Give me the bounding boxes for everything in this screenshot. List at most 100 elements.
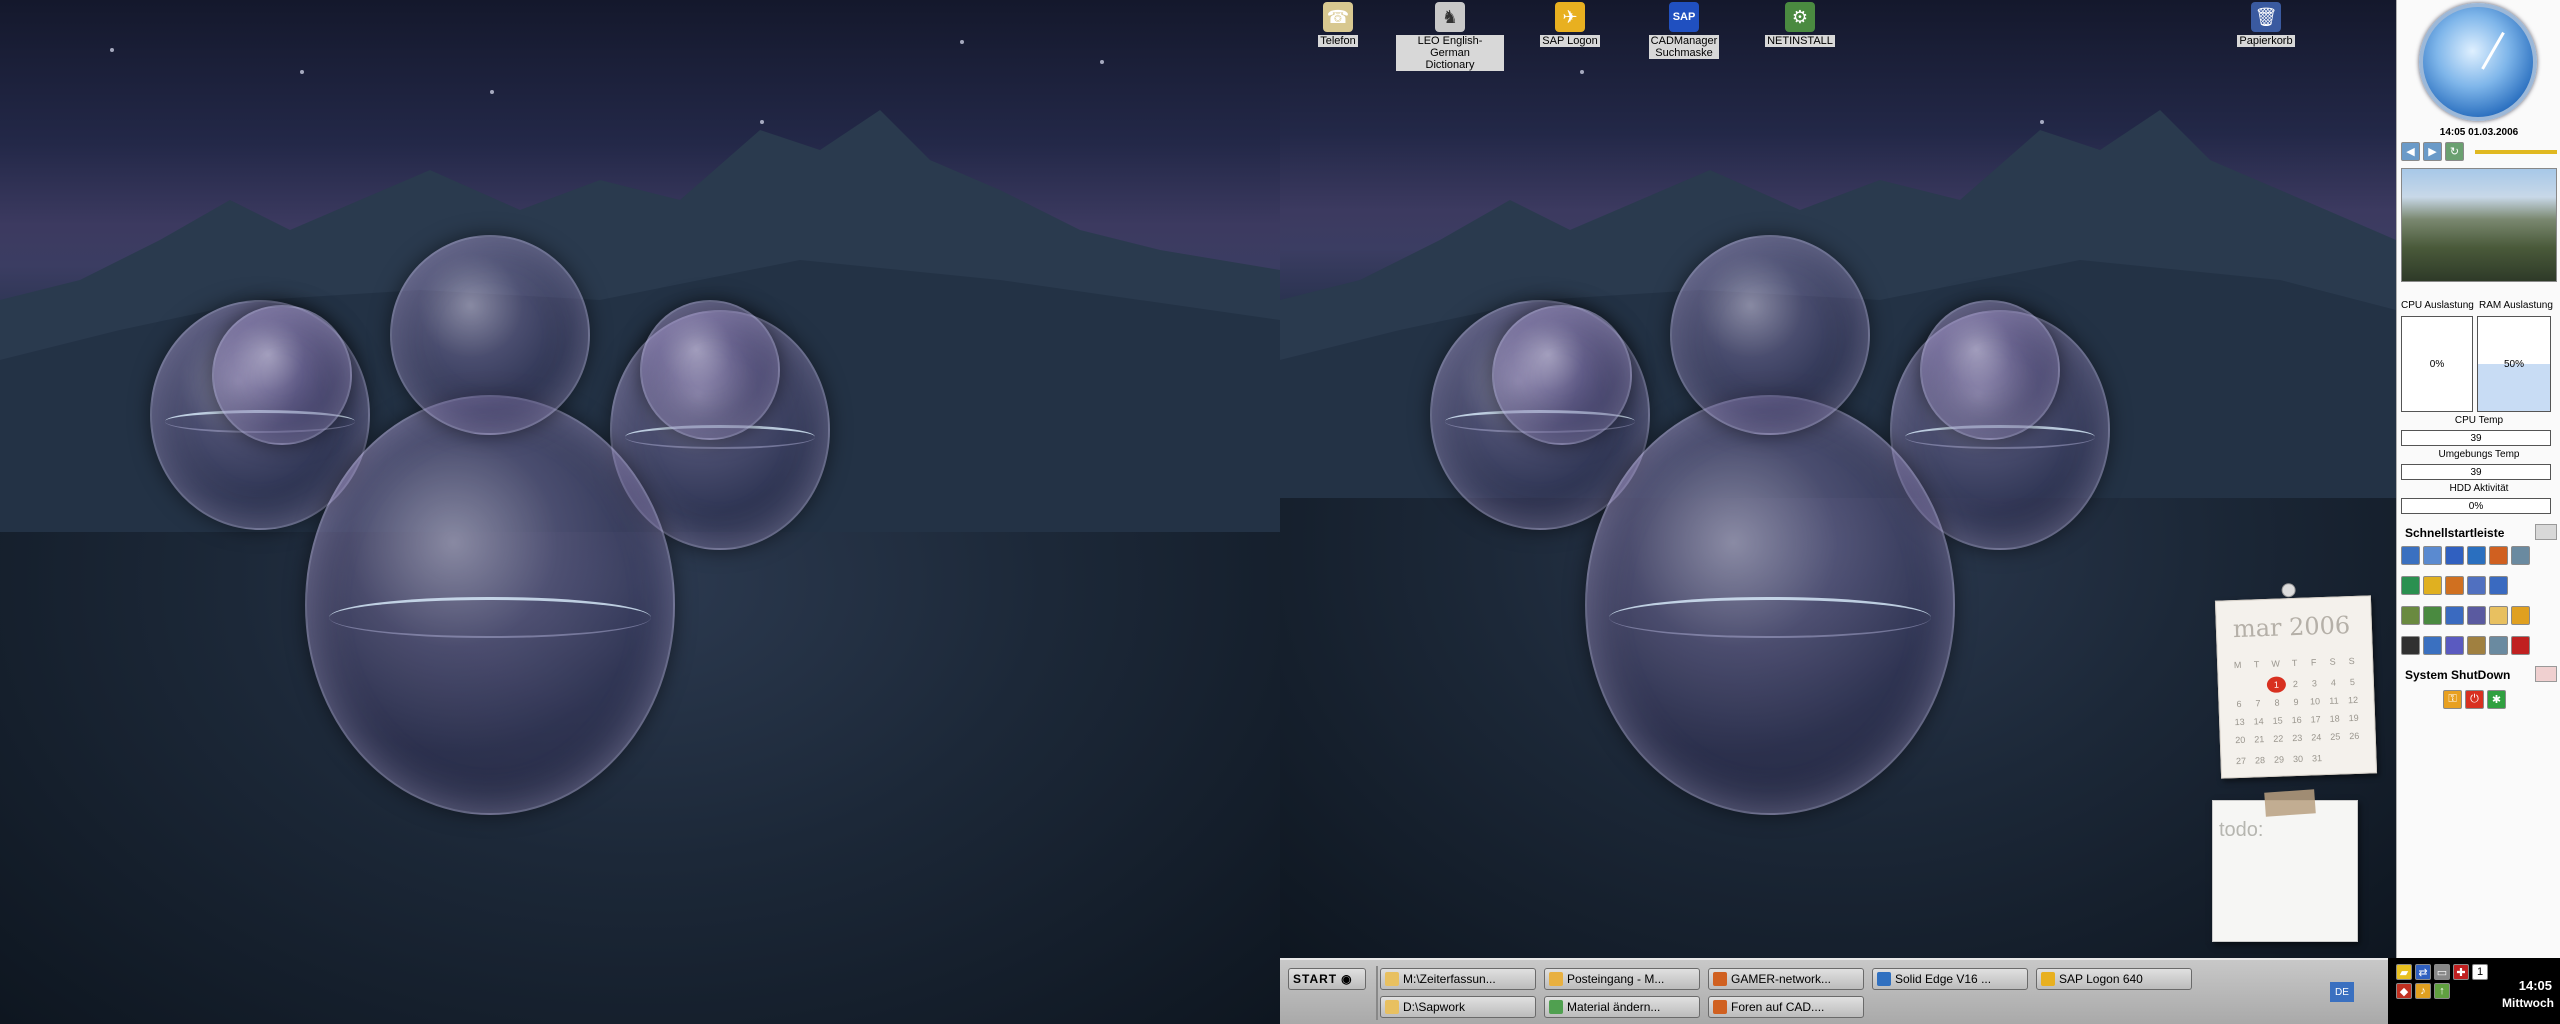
desktop-icon-telefon[interactable]: ☎ Telefon bbox=[1296, 2, 1380, 47]
network-icon[interactable]: ⇄ bbox=[2415, 964, 2431, 980]
monitor-icon[interactable]: ▭ bbox=[2434, 964, 2450, 980]
install-icon: ⚙ bbox=[1785, 2, 1815, 32]
taskbar-button-label: Material ändern... bbox=[1567, 1000, 1661, 1014]
quicklaunch-app-icon[interactable] bbox=[2401, 576, 2420, 595]
taskbar-button[interactable]: Material ändern... bbox=[1544, 996, 1700, 1018]
tape bbox=[2264, 789, 2316, 817]
taskbar-button[interactable]: SAP Logon 640 bbox=[2036, 968, 2192, 990]
restart-icon[interactable]: ✱ bbox=[2487, 690, 2506, 709]
shield-icon[interactable]: ◆ bbox=[2396, 983, 2412, 999]
calendar-day: 10 bbox=[2309, 696, 2321, 707]
quicklaunch-app-icon[interactable] bbox=[2423, 606, 2442, 625]
taskbar-button[interactable]: Posteingang - M... bbox=[1544, 968, 1700, 990]
taskbar-button[interactable]: GAMER-network... bbox=[1708, 968, 1864, 990]
desktop-icon-sap-logon[interactable]: ✈ SAP Logon bbox=[1528, 2, 1612, 47]
quicklaunch-app-icon[interactable] bbox=[2445, 576, 2464, 595]
quicklaunch-app-icon[interactable] bbox=[2423, 546, 2442, 565]
calendar-day bbox=[2228, 673, 2248, 690]
cpu-temp-value: 39 bbox=[2470, 432, 2482, 444]
quicklaunch-title: Schnellstartleiste bbox=[2405, 526, 2505, 540]
window-icon bbox=[1713, 972, 1727, 986]
tray-clock[interactable]: 14:05 bbox=[2519, 978, 2552, 993]
quicklaunch-app-icon[interactable] bbox=[2401, 606, 2420, 625]
calendar-day: 19 bbox=[2348, 712, 2359, 724]
quicklaunch-app-icon[interactable] bbox=[2401, 636, 2420, 655]
cpu-label: CPU Auslastung bbox=[2401, 300, 2474, 311]
quicklaunch-app-icon[interactable] bbox=[2467, 576, 2486, 595]
quicklaunch-app-icon[interactable] bbox=[2511, 606, 2530, 625]
photo-frame[interactable] bbox=[2401, 168, 2557, 282]
progress-bar bbox=[2475, 150, 2557, 154]
calendar-day: 27 bbox=[2235, 755, 2247, 767]
taskbar-button[interactable]: M:\Zeiterfassun... bbox=[1380, 968, 1536, 990]
quicklaunch-app-icon[interactable] bbox=[2489, 546, 2508, 565]
ram-label: RAM Auslastung bbox=[2479, 300, 2553, 311]
calendar-day: 8 bbox=[2274, 697, 2280, 708]
quicklaunch-app-icon[interactable] bbox=[2423, 576, 2442, 595]
window-icon bbox=[1713, 1000, 1727, 1014]
collapse-toggle[interactable] bbox=[2535, 666, 2557, 682]
cpu-temp-meter: 39 bbox=[2401, 430, 2551, 446]
calendar-month: mar 2006 bbox=[2232, 611, 2351, 644]
sap-icon: SAP bbox=[1669, 2, 1699, 32]
env-temp-value: 39 bbox=[2470, 466, 2482, 478]
folder-icon[interactable]: ▰ bbox=[2396, 964, 2412, 980]
sidebar-panel: 14:05 01.03.2006 ◀ ▶ ↻ CPU Auslastung RA… bbox=[2396, 0, 2560, 958]
quicklaunch-app-icon[interactable] bbox=[2423, 636, 2442, 655]
desktop-icon-cadmanager[interactable]: SAP CADManager Suchmaske bbox=[1642, 2, 1726, 59]
quicklaunch-app-icon[interactable] bbox=[2445, 606, 2464, 625]
start-button[interactable]: START ◉ bbox=[1288, 968, 1366, 990]
calendar-day: 22 bbox=[2273, 733, 2284, 744]
calendar-day: 25 bbox=[2330, 731, 2341, 742]
update-icon[interactable]: ↑ bbox=[2434, 983, 2450, 999]
collapse-toggle[interactable] bbox=[2535, 524, 2557, 540]
quicklaunch-app-icon[interactable] bbox=[2511, 636, 2530, 655]
desktop-icon-papierkorb[interactable]: 🗑 Papierkorb bbox=[2224, 2, 2308, 47]
quicklaunch-app-icon[interactable] bbox=[2489, 636, 2508, 655]
taskbar-button-label: SAP Logon 640 bbox=[2059, 972, 2143, 986]
speaker-icon[interactable]: ♪ bbox=[2415, 983, 2431, 999]
calendar-weekday: T bbox=[2253, 659, 2260, 670]
key-logoff-icon[interactable]: ⚿ bbox=[2443, 690, 2462, 709]
language-indicator[interactable]: DE bbox=[2330, 982, 2354, 1002]
calendar-day: 24 bbox=[2311, 732, 2322, 743]
calendar-day: 20 bbox=[2235, 734, 2246, 746]
todo-widget[interactable]: todo: bbox=[2212, 789, 2358, 942]
refresh-icon[interactable]: ↻ bbox=[2445, 142, 2464, 161]
ram-meter: 50% bbox=[2477, 316, 2551, 412]
power-icon[interactable]: ⏻ bbox=[2465, 690, 2484, 709]
env-temp-meter: 39 bbox=[2401, 464, 2551, 480]
quicklaunch-app-icon[interactable] bbox=[2467, 606, 2486, 625]
taskbar-button[interactable]: D:\Sapwork bbox=[1380, 996, 1536, 1018]
quicklaunch-app-icon[interactable] bbox=[2511, 546, 2530, 565]
quicklaunch-app-icon[interactable] bbox=[2467, 636, 2486, 655]
taskbar-button-label: Posteingang - M... bbox=[1567, 972, 1665, 986]
env-temp-label: Umgebungs Temp bbox=[2438, 449, 2520, 460]
calendar-weekday: W bbox=[2271, 658, 2281, 669]
desktop-icon-netinstall[interactable]: ⚙ NETINSTALL bbox=[1758, 2, 1842, 47]
forward-icon[interactable]: ▶ bbox=[2423, 142, 2442, 161]
quicklaunch-app-icon[interactable] bbox=[2489, 606, 2508, 625]
taskbar-button-label: Solid Edge V16 ... bbox=[1895, 972, 1992, 986]
taskbar-button[interactable]: Solid Edge V16 ... bbox=[1872, 968, 2028, 990]
cpu-meter: 0% bbox=[2401, 316, 2473, 412]
quicklaunch-app-icon[interactable] bbox=[2489, 576, 2508, 595]
quicklaunch-app-icon[interactable] bbox=[2445, 636, 2464, 655]
antivirus-icon[interactable]: ✚ bbox=[2453, 964, 2469, 980]
taskbar-button[interactable]: Foren auf CAD.... bbox=[1708, 996, 1864, 1018]
window-icon bbox=[1549, 1000, 1563, 1014]
desktop-icon-label: SAP Logon bbox=[1540, 35, 1600, 47]
calendar-widget[interactable]: mar 2006 M T W T F S S 1 2 3 4 5 6 7 8 9 10 11 12 13 14 15 16 1… bbox=[2214, 582, 2378, 779]
calendar-day: 3 bbox=[2311, 678, 2318, 689]
desktop-icon-label: LEO English-German Dictionary bbox=[1396, 35, 1504, 71]
calendar-weekday: M bbox=[2233, 659, 2242, 671]
quicklaunch-app-icon[interactable] bbox=[2401, 546, 2420, 565]
window-icon bbox=[1549, 972, 1563, 986]
window-icon bbox=[1385, 1000, 1399, 1014]
separator bbox=[1376, 966, 1378, 1020]
quicklaunch-app-icon[interactable] bbox=[2467, 546, 2486, 565]
quicklaunch-app-icon[interactable] bbox=[2445, 546, 2464, 565]
desktop-icon-leo[interactable]: ♞ LEO English-German Dictionary bbox=[1396, 2, 1504, 71]
back-icon[interactable]: ◀ bbox=[2401, 142, 2420, 161]
counter-badge[interactable]: 1 bbox=[2472, 964, 2488, 980]
